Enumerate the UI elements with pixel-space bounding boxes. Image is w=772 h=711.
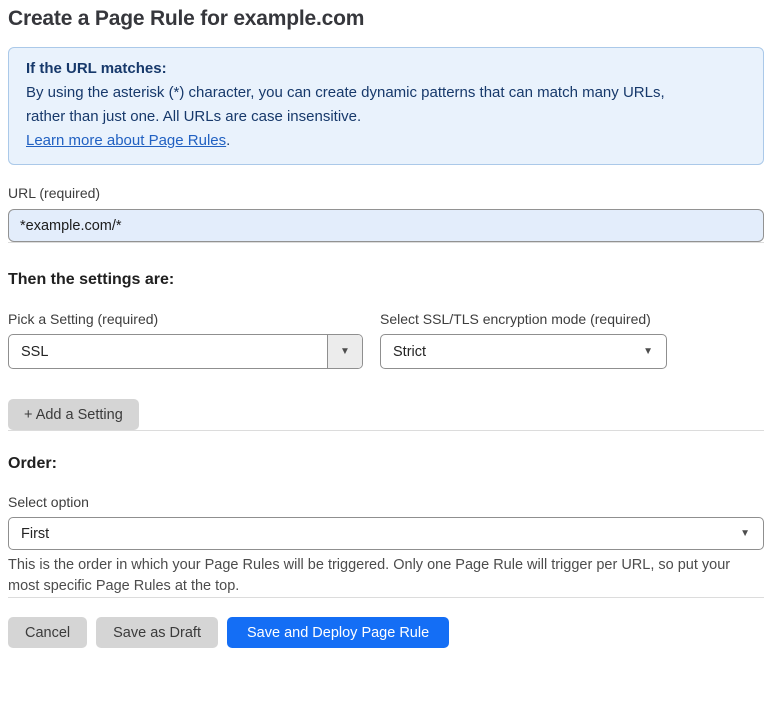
cancel-button[interactable]: Cancel xyxy=(8,617,88,648)
info-box-link-line: Learn more about Page Rules. xyxy=(26,129,746,153)
order-select[interactable]: First ▼ xyxy=(8,517,764,550)
save-as-draft-button[interactable]: Save as Draft xyxy=(96,617,218,648)
setting-select-value: SSL xyxy=(21,343,49,360)
page-title: Create a Page Rule for example.com xyxy=(8,7,365,30)
divider xyxy=(8,430,764,431)
create-page-rule-page: Create a Page Rule for example.com If th… xyxy=(0,0,772,648)
save-and-deploy-button[interactable]: Save and Deploy Page Rule xyxy=(226,617,450,648)
chevron-down-icon: ▼ xyxy=(740,527,750,539)
order-section-heading: Order: xyxy=(8,455,57,472)
url-input[interactable] xyxy=(8,209,764,242)
footer-actions: Cancel Save as Draft Save and Deploy Pag… xyxy=(8,617,764,648)
url-field-label: URL (required) xyxy=(8,185,101,201)
link-suffix-period: . xyxy=(226,132,231,149)
setting-select[interactable]: SSL ▼ xyxy=(8,334,363,369)
encryption-mode-select-value: Strict xyxy=(393,343,427,360)
order-help-text: This is the order in which your Page Rul… xyxy=(8,555,764,597)
chevron-down-icon: ▼ xyxy=(340,345,350,357)
chevron-down-icon: ▼ xyxy=(643,345,653,357)
url-match-info-box: If the URL matches: By using the asteris… xyxy=(8,47,764,165)
pick-setting-column: Pick a Setting (required) SSL ▼ xyxy=(8,292,363,369)
info-box-body-line-1: By using the asterisk (*) character, you… xyxy=(26,84,665,101)
order-help-line-1: This is the order in which your Page Rul… xyxy=(8,557,731,573)
divider xyxy=(8,597,764,598)
learn-more-link[interactable]: Learn more about Page Rules xyxy=(26,132,226,149)
encryption-mode-label: Select SSL/TLS encryption mode (required… xyxy=(380,311,651,327)
settings-row: Pick a Setting (required) SSL ▼ Select S… xyxy=(8,292,764,369)
info-box-body-line-2: rather than just one. All URLs are case … xyxy=(26,108,362,125)
order-help-line-2: most specific Page Rules at the top. xyxy=(8,578,240,594)
encryption-mode-column: Select SSL/TLS encryption mode (required… xyxy=(380,292,667,369)
info-box-heading: If the URL matches: xyxy=(26,60,167,77)
add-setting-button[interactable]: + Add a Setting xyxy=(8,399,139,430)
order-select-label: Select option xyxy=(8,494,89,510)
settings-section-heading: Then the settings are: xyxy=(8,271,175,288)
divider xyxy=(8,242,764,243)
order-select-value: First xyxy=(21,525,50,542)
dropdown-arrow-box: ▼ xyxy=(327,335,362,368)
encryption-mode-select[interactable]: Strict ▼ xyxy=(380,334,667,369)
pick-setting-label: Pick a Setting (required) xyxy=(8,311,159,327)
